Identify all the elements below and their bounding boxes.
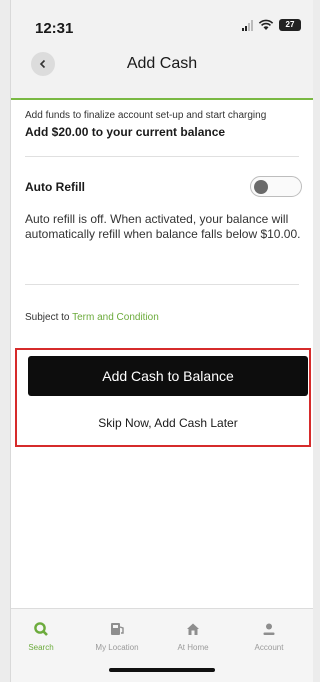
divider xyxy=(25,156,299,157)
terms-link[interactable]: Term and Condition xyxy=(72,312,159,323)
divider xyxy=(25,284,299,285)
auto-refill-label: Auto Refill xyxy=(25,180,85,194)
skip-button[interactable]: Skip Now, Add Cash Later xyxy=(28,408,308,438)
header-area: 12:31 27 Add Cash xyxy=(11,0,313,98)
search-icon xyxy=(34,622,48,636)
page-title: Add Cash xyxy=(126,55,198,72)
battery-icon: 27 xyxy=(279,19,301,31)
amount-required: Add $20.00 to your current balance xyxy=(25,125,226,139)
phone-screen: 12:31 27 Add Cash Add funds to finalize … xyxy=(10,0,313,682)
intro-text: Add funds to finalize account set-up and… xyxy=(25,110,267,121)
home-icon xyxy=(187,623,199,635)
wifi-icon xyxy=(258,19,274,30)
tab-my-location[interactable]: My Location xyxy=(82,621,152,652)
tab-label: My Location xyxy=(95,643,139,652)
status-icons: 27 xyxy=(242,19,301,31)
auto-refill-description: Auto refill is off. When activated, your… xyxy=(25,212,301,241)
add-cash-button[interactable]: Add Cash to Balance xyxy=(28,356,308,396)
tab-account[interactable]: Account xyxy=(234,621,304,652)
home-indicator xyxy=(109,668,215,672)
auto-refill-toggle[interactable] xyxy=(250,176,302,197)
signal-icon xyxy=(242,19,253,31)
tab-label: At Home xyxy=(177,643,209,652)
terms-prefix: Subject to xyxy=(25,312,70,323)
location-icon xyxy=(111,623,124,635)
account-icon xyxy=(263,623,275,635)
tab-at-home[interactable]: At Home xyxy=(158,621,228,652)
tab-label: Account xyxy=(254,643,284,652)
main-content: Add funds to finalize account set-up and… xyxy=(11,100,313,608)
terms-line: Subject to Term and Condition xyxy=(25,312,159,323)
tab-label: Search xyxy=(28,643,54,652)
toggle-knob xyxy=(254,180,268,194)
status-time: 12:31 xyxy=(35,20,74,37)
tab-search[interactable]: Search xyxy=(6,621,76,652)
